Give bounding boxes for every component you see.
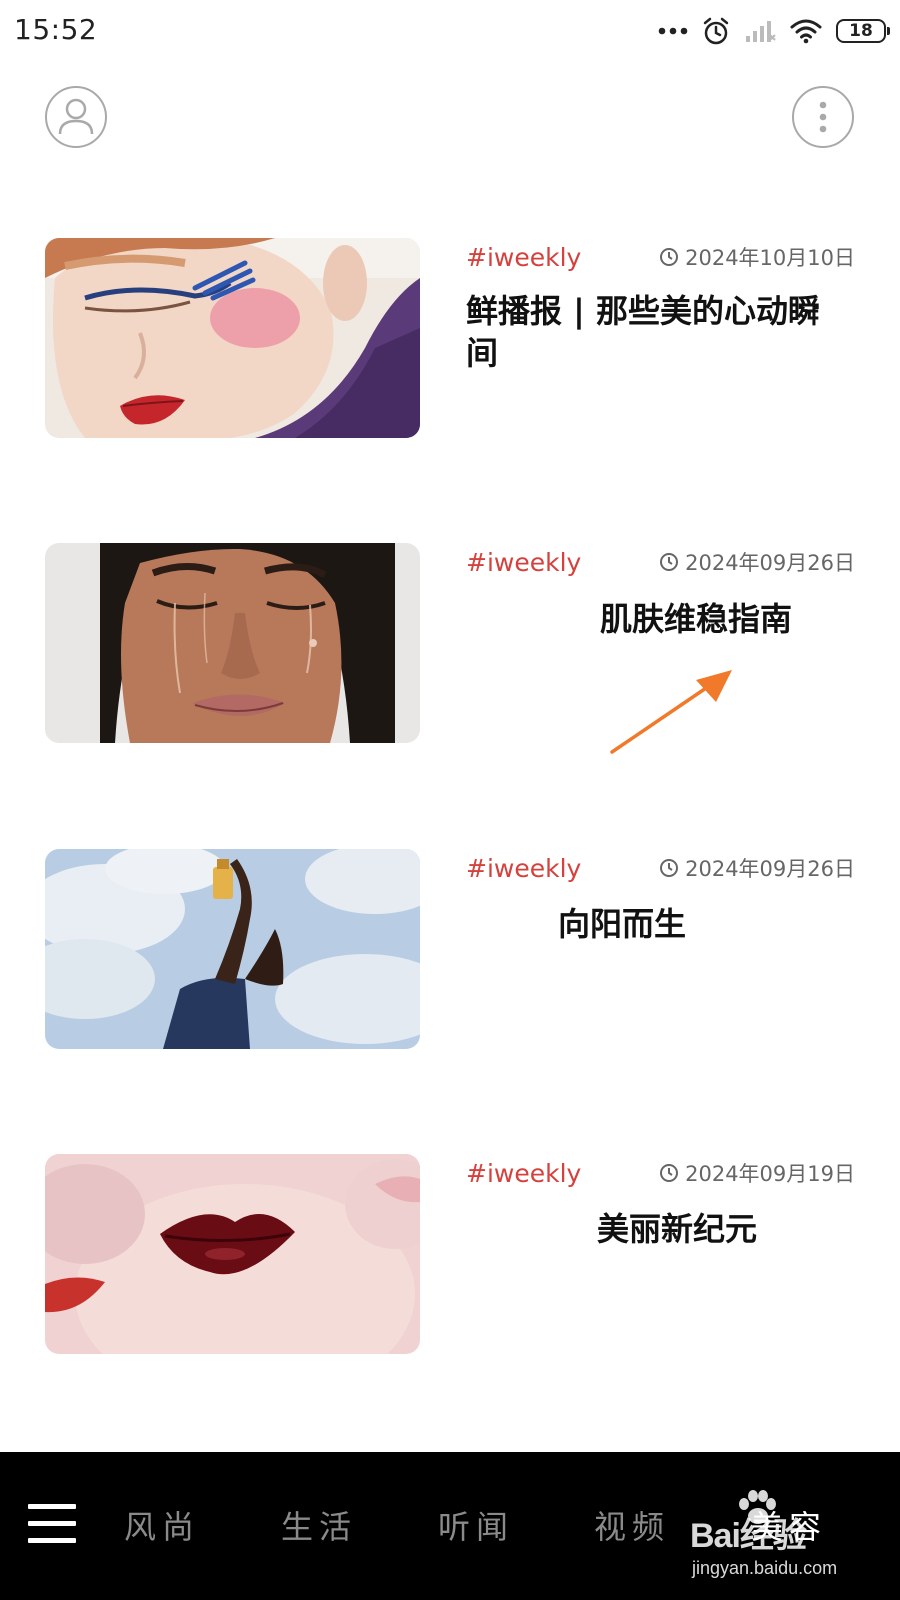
article-tag[interactable]: #iweekly bbox=[466, 548, 581, 577]
clock-icon bbox=[660, 248, 679, 266]
clock-icon bbox=[660, 1164, 679, 1182]
article-title[interactable]: 向阳而生 bbox=[558, 903, 686, 945]
article-card[interactable]: #iweekly 2024年09月26日 向阳而生 bbox=[45, 849, 855, 1049]
article-date: 2024年10月10日 bbox=[659, 242, 855, 272]
alarm-icon bbox=[702, 16, 730, 46]
wifi-icon bbox=[790, 18, 822, 44]
article-tag[interactable]: #iweekly bbox=[466, 243, 581, 272]
article-thumbnail bbox=[45, 238, 420, 438]
watermark-url: jingyan.baidu.com bbox=[692, 1558, 838, 1578]
more-dots-icon bbox=[658, 26, 688, 36]
article-tag[interactable]: #iweekly bbox=[466, 1159, 581, 1188]
status-bar: 15:52 18 bbox=[0, 0, 900, 62]
profile-button[interactable] bbox=[45, 86, 107, 148]
baidu-jingyan-watermark: Bai经验 jingyan.baidu.com bbox=[690, 1490, 890, 1592]
battery-icon: 18 bbox=[836, 19, 890, 43]
article-date-text: 2024年09月26日 bbox=[685, 857, 855, 881]
article-card[interactable]: #iweekly 2024年09月19日 美丽新纪元 bbox=[45, 1154, 855, 1354]
article-date-text: 2024年09月19日 bbox=[685, 1162, 855, 1186]
article-thumbnail bbox=[45, 543, 420, 743]
article-thumbnail bbox=[45, 1154, 420, 1354]
clock-icon bbox=[660, 553, 679, 571]
nav-item-fashion[interactable]: 风尚 bbox=[124, 1502, 200, 1548]
article-thumbnail bbox=[45, 849, 420, 1049]
article-title[interactable]: 鲜播报 | 那些美的心动瞬间 bbox=[466, 290, 851, 374]
annotation-arrow-icon bbox=[610, 670, 732, 754]
vertical-dots-icon bbox=[819, 101, 827, 133]
article-title[interactable]: 美丽新纪元 bbox=[597, 1208, 757, 1250]
article-card[interactable]: #iweekly 2024年10月10日 鲜播报 | 那些美的心动瞬间 bbox=[45, 238, 855, 438]
article-date: 2024年09月19日 bbox=[659, 1158, 855, 1188]
watermark-logo: Bai经验 bbox=[690, 1490, 807, 1557]
hamburger-icon[interactable] bbox=[28, 1504, 76, 1544]
more-options-button[interactable] bbox=[792, 86, 854, 148]
status-icons: 18 bbox=[658, 14, 890, 48]
nav-item-news[interactable]: 听闻 bbox=[438, 1502, 514, 1548]
clock-icon bbox=[660, 859, 679, 877]
article-date-text: 2024年10月10日 bbox=[685, 246, 855, 270]
person-icon bbox=[58, 98, 94, 135]
nav-item-life[interactable]: 生活 bbox=[281, 1502, 357, 1548]
signal-icon bbox=[744, 18, 776, 44]
status-time: 15:52 bbox=[14, 13, 98, 46]
article-date: 2024年09月26日 bbox=[659, 547, 855, 577]
article-date: 2024年09月26日 bbox=[659, 853, 855, 883]
battery-level: 18 bbox=[849, 21, 873, 41]
article-tag[interactable]: #iweekly bbox=[466, 854, 581, 883]
nav-item-video[interactable]: 视频 bbox=[594, 1502, 670, 1548]
paw-icon bbox=[739, 1490, 776, 1524]
article-date-text: 2024年09月26日 bbox=[685, 551, 855, 575]
article-title[interactable]: 肌肤维稳指南 bbox=[600, 598, 792, 640]
